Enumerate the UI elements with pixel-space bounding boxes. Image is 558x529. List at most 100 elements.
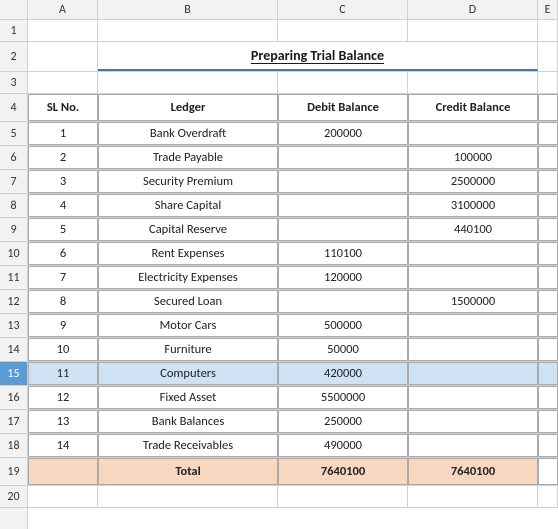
row-num-17[interactable]: 17 <box>0 410 27 434</box>
cell-11f[interactable] <box>538 266 558 289</box>
row-num-16[interactable]: 16 <box>0 386 27 410</box>
cell-20d[interactable] <box>278 486 408 507</box>
row-num-15[interactable]: 15 <box>0 362 27 386</box>
cell-10-ledger[interactable]: Rent Expenses <box>98 242 278 265</box>
cell-6-debit[interactable] <box>278 146 408 169</box>
cell-15-credit[interactable] <box>408 362 538 385</box>
cell-10-sl[interactable]: 6 <box>28 242 98 265</box>
cell-7-debit[interactable] <box>278 170 408 193</box>
cell-5f[interactable] <box>538 122 558 145</box>
cell-12f[interactable] <box>538 290 558 313</box>
col-c-header[interactable]: C <box>278 0 408 19</box>
row-num-20[interactable]: 20 <box>0 486 27 508</box>
cell-1e[interactable] <box>408 20 538 41</box>
cell-11-sl[interactable]: 7 <box>28 266 98 289</box>
cell-10f[interactable] <box>538 242 558 265</box>
col-a-header[interactable]: A <box>28 0 98 19</box>
cell-18-credit[interactable] <box>408 434 538 457</box>
cell-2f[interactable] <box>538 42 558 71</box>
cell-18-debit[interactable]: 490000 <box>278 434 408 457</box>
row-num-2[interactable]: 2 <box>0 42 27 72</box>
col-d-header[interactable]: D <box>408 0 538 19</box>
cell-18f[interactable] <box>538 434 558 457</box>
cell-3f[interactable] <box>538 72 558 93</box>
cell-6f[interactable] <box>538 146 558 169</box>
row-num-19[interactable]: 19 <box>0 458 27 486</box>
cell-14-ledger[interactable]: Furniture <box>98 338 278 361</box>
cell-15f[interactable] <box>538 362 558 385</box>
row-num-3[interactable]: 3 <box>0 72 27 94</box>
cell-7-ledger[interactable]: Security Premium <box>98 170 278 193</box>
cell-14-credit[interactable] <box>408 338 538 361</box>
cell-1c[interactable] <box>98 20 278 41</box>
cell-2b[interactable] <box>28 42 98 71</box>
cell-7-credit[interactable]: 2500000 <box>408 170 538 193</box>
cell-12-sl[interactable]: 8 <box>28 290 98 313</box>
cell-13-ledger[interactable]: Motor Cars <box>98 314 278 337</box>
row-num-1[interactable]: 1 <box>0 20 27 42</box>
cell-3b[interactable] <box>28 72 98 93</box>
cell-8-ledger[interactable]: Share Capital <box>98 194 278 217</box>
cell-6-sl[interactable]: 2 <box>28 146 98 169</box>
cell-18-ledger[interactable]: Trade Receivables <box>98 434 278 457</box>
cell-15-sl[interactable]: 11 <box>28 362 98 385</box>
cell-3e[interactable] <box>408 72 538 93</box>
cell-1d[interactable] <box>278 20 408 41</box>
cell-20f[interactable] <box>538 486 558 507</box>
cell-20c[interactable] <box>98 486 278 507</box>
cell-18-sl[interactable]: 14 <box>28 434 98 457</box>
cell-8-debit[interactable] <box>278 194 408 217</box>
cell-14-debit[interactable]: 50000 <box>278 338 408 361</box>
row-num-5[interactable]: 5 <box>0 122 27 146</box>
cell-5-ledger[interactable]: Bank Overdraft <box>98 122 278 145</box>
cell-14-sl[interactable]: 10 <box>28 338 98 361</box>
cell-16-credit[interactable] <box>408 386 538 409</box>
cell-14f[interactable] <box>538 338 558 361</box>
row-num-6[interactable]: 6 <box>0 146 27 170</box>
cell-9-sl[interactable]: 5 <box>28 218 98 241</box>
cell-13f[interactable] <box>538 314 558 337</box>
cell-7f[interactable] <box>538 170 558 193</box>
cell-5-sl[interactable]: 1 <box>28 122 98 145</box>
cell-16f[interactable] <box>538 386 558 409</box>
cell-19f[interactable] <box>538 458 558 485</box>
cell-4f[interactable] <box>538 94 558 121</box>
cell-3c[interactable] <box>98 72 278 93</box>
cell-17-debit[interactable]: 250000 <box>278 410 408 433</box>
cell-13-debit[interactable]: 500000 <box>278 314 408 337</box>
cell-12-credit[interactable]: 1500000 <box>408 290 538 313</box>
cell-6-ledger[interactable]: Trade Payable <box>98 146 278 169</box>
cell-7-sl[interactable]: 3 <box>28 170 98 193</box>
cell-12-ledger[interactable]: Secured Loan <box>98 290 278 313</box>
row-num-11[interactable]: 11 <box>0 266 27 290</box>
cell-10-debit[interactable]: 110100 <box>278 242 408 265</box>
row-num-12[interactable]: 12 <box>0 290 27 314</box>
cell-5-debit[interactable]: 200000 <box>278 122 408 145</box>
row-num-4[interactable]: 4 <box>0 94 27 122</box>
row-num-7[interactable]: 7 <box>0 170 27 194</box>
cell-11-credit[interactable] <box>408 266 538 289</box>
cell-20b[interactable] <box>28 486 98 507</box>
row-num-8[interactable]: 8 <box>0 194 27 218</box>
cell-10-credit[interactable] <box>408 242 538 265</box>
row-num-13[interactable]: 13 <box>0 314 27 338</box>
cell-11-ledger[interactable]: Electricity Expenses <box>98 266 278 289</box>
cell-12-debit[interactable] <box>278 290 408 313</box>
cell-13-credit[interactable] <box>408 314 538 337</box>
cell-6-credit[interactable]: 100000 <box>408 146 538 169</box>
cell-15-debit[interactable]: 420000 <box>278 362 408 385</box>
cell-8-credit[interactable]: 3100000 <box>408 194 538 217</box>
cell-8-sl[interactable]: 4 <box>28 194 98 217</box>
row-num-14[interactable]: 14 <box>0 338 27 362</box>
cell-16-sl[interactable]: 12 <box>28 386 98 409</box>
cell-17f[interactable] <box>538 410 558 433</box>
cell-13-sl[interactable]: 9 <box>28 314 98 337</box>
cell-15-ledger[interactable]: Computers <box>98 362 278 385</box>
cell-11-debit[interactable]: 120000 <box>278 266 408 289</box>
col-e-header[interactable]: E <box>538 0 558 19</box>
cell-9-credit[interactable]: 440100 <box>408 218 538 241</box>
cell-3d[interactable] <box>278 72 408 93</box>
row-num-18[interactable]: 18 <box>0 434 27 458</box>
cell-17-sl[interactable]: 13 <box>28 410 98 433</box>
row-num-10[interactable]: 10 <box>0 242 27 266</box>
